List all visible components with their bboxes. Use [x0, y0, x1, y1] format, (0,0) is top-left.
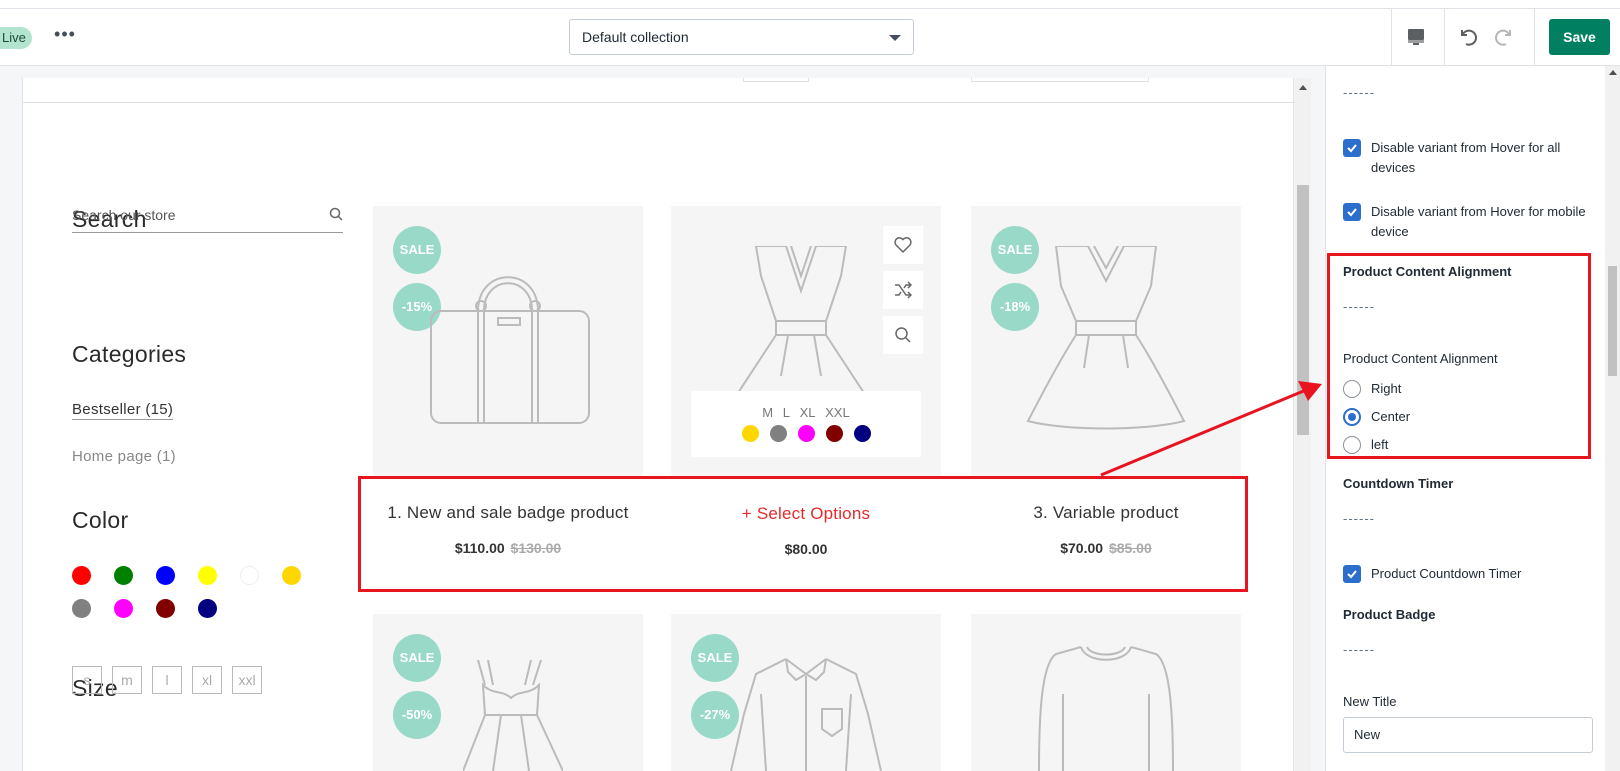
checkbox-label: Product Countdown Timer	[1371, 566, 1522, 581]
categories-heading: Categories	[72, 341, 187, 367]
collection-select[interactable]: Default collection	[569, 19, 914, 55]
size-filter-xl[interactable]: xl	[192, 666, 222, 694]
toolbar-divider	[1391, 9, 1392, 67]
shirt-image	[730, 658, 882, 771]
search-icon	[895, 327, 911, 343]
color-swatch[interactable]	[72, 566, 91, 585]
shuffle-icon	[895, 281, 912, 299]
section-heading-badge: Product Badge	[1343, 607, 1436, 622]
variant-size-option[interactable]: XL	[800, 405, 816, 420]
sweater-image	[1038, 646, 1174, 771]
new-title-input[interactable]: New	[1343, 717, 1593, 753]
size-filter-s[interactable]: s	[72, 666, 102, 694]
product-card[interactable]: SALE -15%	[373, 206, 643, 476]
highlight-alignment-setting	[1327, 253, 1591, 459]
dress-image	[735, 246, 867, 396]
color-swatch[interactable]	[156, 566, 175, 585]
color-swatch[interactable]	[198, 599, 217, 618]
variant-color-option[interactable]	[769, 425, 787, 442]
color-swatch[interactable]	[114, 599, 133, 618]
color-swatch[interactable]	[156, 599, 175, 618]
variant-size-option[interactable]: XXL	[825, 405, 850, 420]
wishlist-button[interactable]	[883, 226, 923, 264]
dress-image	[1026, 246, 1186, 430]
scrollbar-thumb[interactable]	[1608, 266, 1617, 376]
variant-color-option[interactable]	[825, 425, 843, 442]
store-search-input[interactable]: Search our store	[72, 205, 343, 233]
preview-scrollbar[interactable]	[1295, 78, 1311, 771]
size-filter-l[interactable]: l	[152, 666, 182, 694]
undo-icon[interactable]	[1456, 25, 1480, 49]
color-swatch[interactable]	[240, 566, 259, 585]
quick-view-button[interactable]	[883, 316, 923, 354]
editor-toolbar: Live ••• Default collection Save	[0, 8, 1620, 67]
more-actions-button[interactable]: •••	[52, 25, 78, 49]
checkbox-checked-icon[interactable]	[1343, 139, 1361, 157]
chevron-down-icon	[889, 35, 901, 41]
sale-badge: SALE	[393, 634, 441, 682]
checkbox-product-countdown[interactable]: Product Countdown Timer	[1343, 564, 1598, 584]
divider-placeholder: ------	[1343, 85, 1375, 100]
compare-button[interactable]	[883, 271, 923, 309]
save-button[interactable]: Save	[1549, 19, 1610, 55]
variant-size-option[interactable]: M	[762, 405, 773, 420]
size-filter-m[interactable]: m	[112, 666, 142, 694]
color-swatch[interactable]	[282, 566, 301, 585]
toolbar-divider	[1444, 9, 1445, 67]
frame-stub	[743, 78, 809, 82]
search-placeholder: Search our store	[72, 207, 176, 223]
color-swatch[interactable]	[72, 599, 91, 618]
variant-size-option[interactable]: L	[783, 405, 790, 420]
divider-placeholder: ------	[1343, 511, 1375, 526]
variant-color-option[interactable]	[797, 425, 815, 442]
highlight-product-content	[358, 476, 1248, 592]
scrollbar-thumb[interactable]	[1297, 185, 1309, 435]
variant-color-option[interactable]	[741, 425, 759, 442]
checkbox-disable-hover-mobile[interactable]: Disable variant from Hover for mobile de…	[1343, 202, 1598, 242]
new-title-label: New Title	[1343, 694, 1397, 709]
checkbox-checked-icon[interactable]	[1343, 565, 1361, 583]
redo-icon[interactable]	[1492, 25, 1516, 49]
color-swatch[interactable]	[114, 566, 133, 585]
discount-badge: -50%	[393, 691, 441, 739]
dress-image	[463, 660, 563, 771]
variant-size-list: M L XL XXL	[691, 405, 921, 420]
product-card[interactable]: M L XL XXL	[671, 206, 941, 476]
frame-stub	[971, 78, 1149, 82]
checkbox-checked-icon[interactable]	[1343, 203, 1361, 221]
search-icon[interactable]	[329, 207, 343, 221]
section-heading-countdown: Countdown Timer	[1343, 476, 1454, 491]
product-card[interactable]: SALE -18%	[971, 206, 1241, 476]
heart-icon	[894, 237, 912, 254]
divider-placeholder: ------	[1343, 642, 1375, 657]
size-filter-xxl[interactable]: xxl	[232, 666, 262, 694]
collection-select-value: Default collection	[582, 29, 689, 45]
desktop-icon[interactable]	[1406, 27, 1426, 47]
checkbox-label: Disable variant from Hover for mobile de…	[1371, 204, 1586, 239]
checkbox-label: Disable variant from Hover for all devic…	[1371, 140, 1561, 175]
variant-hover-panel: M L XL XXL	[691, 391, 921, 457]
product-card[interactable]	[971, 614, 1241, 771]
variant-color-option[interactable]	[853, 425, 871, 442]
product-card[interactable]: SALE -50%	[373, 614, 643, 771]
toolbar-divider	[1534, 9, 1535, 67]
live-badge: Live	[0, 27, 32, 49]
scroll-up-icon[interactable]	[1609, 70, 1617, 75]
frame-divider	[23, 102, 1295, 103]
settings-panel: ------ Disable variant from Hover for al…	[1325, 66, 1605, 771]
settings-scrollbar[interactable]	[1605, 66, 1620, 771]
color-swatch[interactable]	[198, 566, 217, 585]
product-card[interactable]: SALE -27%	[671, 614, 941, 771]
color-heading: Color	[72, 507, 129, 533]
scroll-up-icon[interactable]	[1299, 85, 1307, 90]
category-link-bestseller[interactable]: Bestseller (15)	[72, 401, 174, 420]
category-link-home-page[interactable]: Home page (1)	[72, 448, 176, 465]
checkbox-disable-hover-all[interactable]: Disable variant from Hover for all devic…	[1343, 138, 1598, 178]
handbag-image	[430, 276, 590, 424]
